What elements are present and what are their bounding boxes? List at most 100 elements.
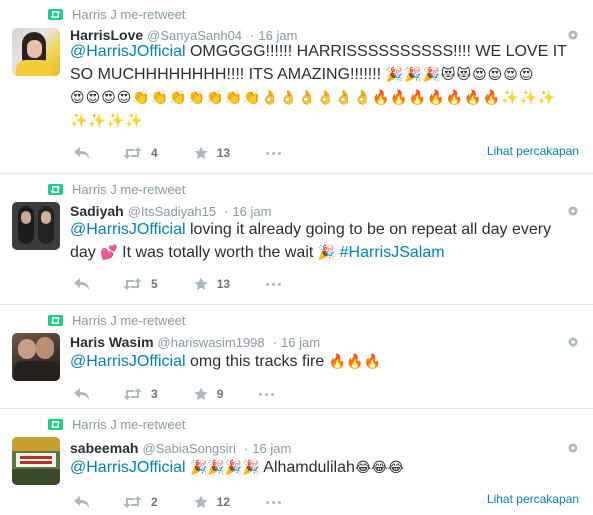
retweet-icon [123,278,142,290]
retweet-button[interactable]: 5 [123,277,158,291]
tweet-text-part: OMGGGG!!!!!! HARRISSSSSSSSSS!!!! WE LOVE… [185,43,567,60]
tweet-text-part: Alhamdulilah [259,459,355,476]
retweet-badge-icon [48,314,63,326]
retweet-context: Harris J me-retweet [48,312,186,328]
tweet-text-part: omg this tracks fire [185,353,329,370]
author-handle[interactable]: @ItsSadiyah15 [128,204,216,219]
view-conversation-link[interactable]: Lihat percakapan [487,492,579,506]
favorite-button[interactable]: 12 [194,495,230,509]
more-button[interactable] [266,282,282,286]
retweet-count: 3 [151,387,158,401]
tweet-text: @HarrisJOfficial 🎉🎉🎉🎉 Alhamdulilah😂😂😂 [70,456,575,479]
party-emoji: 🎉🎉🎉🎉 [189,459,260,475]
avatar[interactable] [12,28,60,76]
favorite-count: 9 [216,387,224,401]
mention-link[interactable]: @HarrisJOfficial [70,221,186,238]
favorite-count: 12 [216,495,231,509]
author-handle[interactable]: @SabiaSongsiri [142,441,235,456]
mention-link[interactable]: @HarrisJOfficial [70,43,186,60]
fire-emoji: 🔥🔥🔥 [328,353,381,369]
gear-icon[interactable] [567,205,579,217]
tweet-4[interactable]: Harris J me-retweet sabeemah @SabiaSongs… [0,410,593,515]
retweet-context: Harris J me-retweet [48,6,186,22]
retweet-icon [123,496,142,508]
retweet-count: 5 [151,277,158,291]
retweet-context-label: Harris J me-retweet [72,6,186,22]
gear-icon[interactable] [567,442,579,454]
timestamp[interactable]: 16 jam [232,204,271,219]
retweet-badge-icon [48,418,63,430]
favorite-button[interactable]: 13 [194,277,230,291]
tweet-text: @HarrisJOfficial omg this tracks fire 🔥🔥… [70,350,575,373]
author-name[interactable]: Haris Wasim [70,334,154,350]
reply-button[interactable] [74,147,90,159]
reply-icon [74,147,89,159]
tweet-text: @HarrisJOfficial OMGGGG!!!!!! HARRISSSSS… [70,41,575,132]
retweet-icon [123,147,142,159]
favorite-count: 13 [216,146,231,160]
reply-icon [74,278,89,290]
separator-dot: · [272,335,277,350]
retweet-context: Harris J me-retweet [48,181,186,197]
laughing-emoji: 😂😂😂 [354,459,404,475]
tweet-text-part: SO MUCHHHHHHHH!!!! ITS AMAZING!!!!!!! [70,66,386,83]
avatar[interactable] [12,202,60,250]
favorite-button[interactable]: 13 [194,146,230,160]
retweet-context-label: Harris J me-retweet [72,312,186,328]
heart-emoji: 💕 [100,244,118,260]
avatar[interactable] [12,437,60,485]
emoji-run: 😍😍😍😍👏👏👏👏👏👏👏👌👌👌👌👌👌🔥🔥🔥🔥🔥🔥🔥✨✨✨ [70,89,557,105]
author-handle[interactable]: @hariswasim1998 [158,335,265,350]
party-emoji: 🎉 [317,244,336,260]
tweet-text-part: day [70,244,101,261]
separator-dot: · [243,441,249,456]
reply-button[interactable] [74,496,90,508]
more-button[interactable] [259,392,275,396]
tweet-text-part: loving it already going to be on repeat … [185,221,552,238]
tweet-actions: 5 13 [74,276,282,292]
reply-button[interactable] [74,388,90,400]
tweet-2[interactable]: Harris J me-retweet Sadiyah @ItsSadiyah1… [0,175,593,305]
separator-dot: · [224,204,229,219]
mention-link[interactable]: @HarrisJOfficial [70,459,186,476]
retweet-context-label: Harris J me-retweet [72,181,186,197]
avatar[interactable] [12,333,60,381]
retweet-context: Harris J me-retweet [48,417,185,432]
tweet-1[interactable]: Harris J me-retweet HarrisLove @SanyaSan… [0,0,593,174]
tweet-3[interactable]: Harris J me-retweet Haris Wasim @hariswa… [0,306,593,409]
timestamp[interactable]: 16 jam [281,335,320,350]
retweet-badge-icon [48,183,63,195]
retweet-button[interactable]: 3 [123,387,158,401]
retweet-button[interactable]: 4 [123,146,158,160]
emoji-run: ✨✨✨✨ [70,112,144,128]
hashtag-link[interactable]: #HarrisJSalam [340,244,445,261]
reply-icon [74,496,89,508]
author-name[interactable]: Sadiyah [70,203,124,219]
view-conversation-link[interactable]: Lihat percakapan [487,144,579,158]
reply-button[interactable] [74,278,90,290]
star-icon [194,387,208,400]
star-icon [194,146,208,159]
star-icon [194,495,208,508]
favorite-count: 13 [216,277,231,291]
tweet-header: Sadiyah @ItsSadiyah15 · 16 jam [70,203,271,219]
gear-icon[interactable] [567,29,579,41]
retweet-badge-icon [48,8,63,20]
tweet-actions: 2 12 [74,494,282,510]
author-name[interactable]: sabeemah [70,440,138,456]
retweet-button[interactable]: 2 [123,495,158,509]
more-button[interactable] [266,500,282,504]
retweet-count: 2 [151,495,158,509]
more-button[interactable] [266,151,282,155]
star-icon [194,277,208,290]
tweet-text-part: It was totally worth the wait [117,244,318,261]
tweet-header: sabeemah @SabiaSongsiri · 16 jam [70,440,291,456]
emoji-run: 🎉🎉🎉😻😻😍😍😍😍 [385,66,535,82]
timestamp[interactable]: 16 jam [252,441,291,456]
mention-link[interactable]: @HarrisJOfficial [70,353,186,370]
tweet-header: Haris Wasim @hariswasim1998 · 16 jam [70,334,320,350]
favorite-button[interactable]: 9 [194,387,224,401]
tweet-text: @HarrisJOfficial loving it already going… [70,219,575,264]
retweet-count: 4 [151,146,158,160]
gear-icon[interactable] [567,336,579,348]
